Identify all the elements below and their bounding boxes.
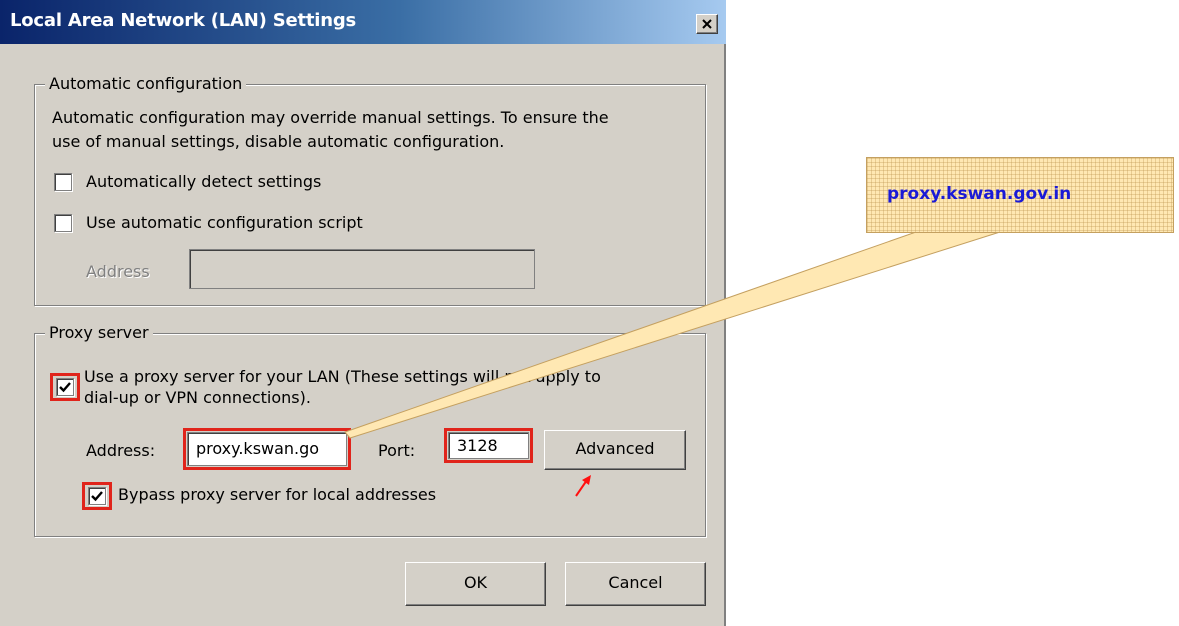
bypass-proxy-checkbox[interactable] [88, 487, 106, 505]
automatic-configuration-legend: Automatic configuration [45, 74, 247, 93]
ok-button[interactable]: OK [405, 562, 546, 606]
checkmark-icon [91, 491, 103, 502]
proxy-port-label: Port: [378, 441, 416, 460]
proxy-address-label: Address: [86, 441, 156, 460]
auto-detect-checkbox[interactable] [54, 173, 72, 191]
close-icon [702, 19, 712, 29]
automatic-configuration-description-line1: Automatic configuration may override man… [52, 108, 609, 127]
close-button[interactable] [696, 14, 718, 34]
callout-text: proxy.kswan.gov.in [887, 184, 1072, 204]
auto-config-address-input[interactable] [189, 249, 535, 289]
proxy-server-legend: Proxy server [45, 323, 153, 342]
use-proxy-checkbox[interactable] [56, 378, 74, 396]
ok-button-label: OK [463, 573, 488, 592]
advanced-button-label: Advanced [575, 439, 655, 458]
title-bar[interactable]: Local Area Network (LAN) Settings [0, 0, 726, 44]
proxy-url-callout: proxy.kswan.gov.in [866, 157, 1174, 233]
dialog-title: Local Area Network (LAN) Settings [10, 10, 357, 31]
use-proxy-label-line1[interactable]: Use a proxy server for your LAN (These s… [84, 367, 601, 386]
lan-settings-dialog: Local Area Network (LAN) Settings Automa… [0, 0, 726, 626]
advanced-button[interactable]: Advanced [544, 430, 686, 470]
auto-config-address-label: Address [86, 262, 150, 281]
auto-config-script-checkbox[interactable] [54, 214, 72, 232]
automatic-configuration-description-line2: use of manual settings, disable automati… [52, 132, 505, 151]
proxy-port-input[interactable]: 3128 [448, 432, 529, 459]
auto-config-script-label[interactable]: Use automatic configuration script [86, 213, 363, 232]
proxy-address-input[interactable]: proxy.kswan.go [187, 432, 347, 466]
cancel-button-label: Cancel [608, 573, 663, 592]
checkmark-icon [59, 382, 71, 393]
use-proxy-label-line2[interactable]: dial-up or VPN connections). [84, 388, 311, 407]
bypass-proxy-label[interactable]: Bypass proxy server for local addresses [118, 485, 436, 504]
auto-detect-label[interactable]: Automatically detect settings [86, 172, 321, 191]
cancel-button[interactable]: Cancel [565, 562, 706, 606]
